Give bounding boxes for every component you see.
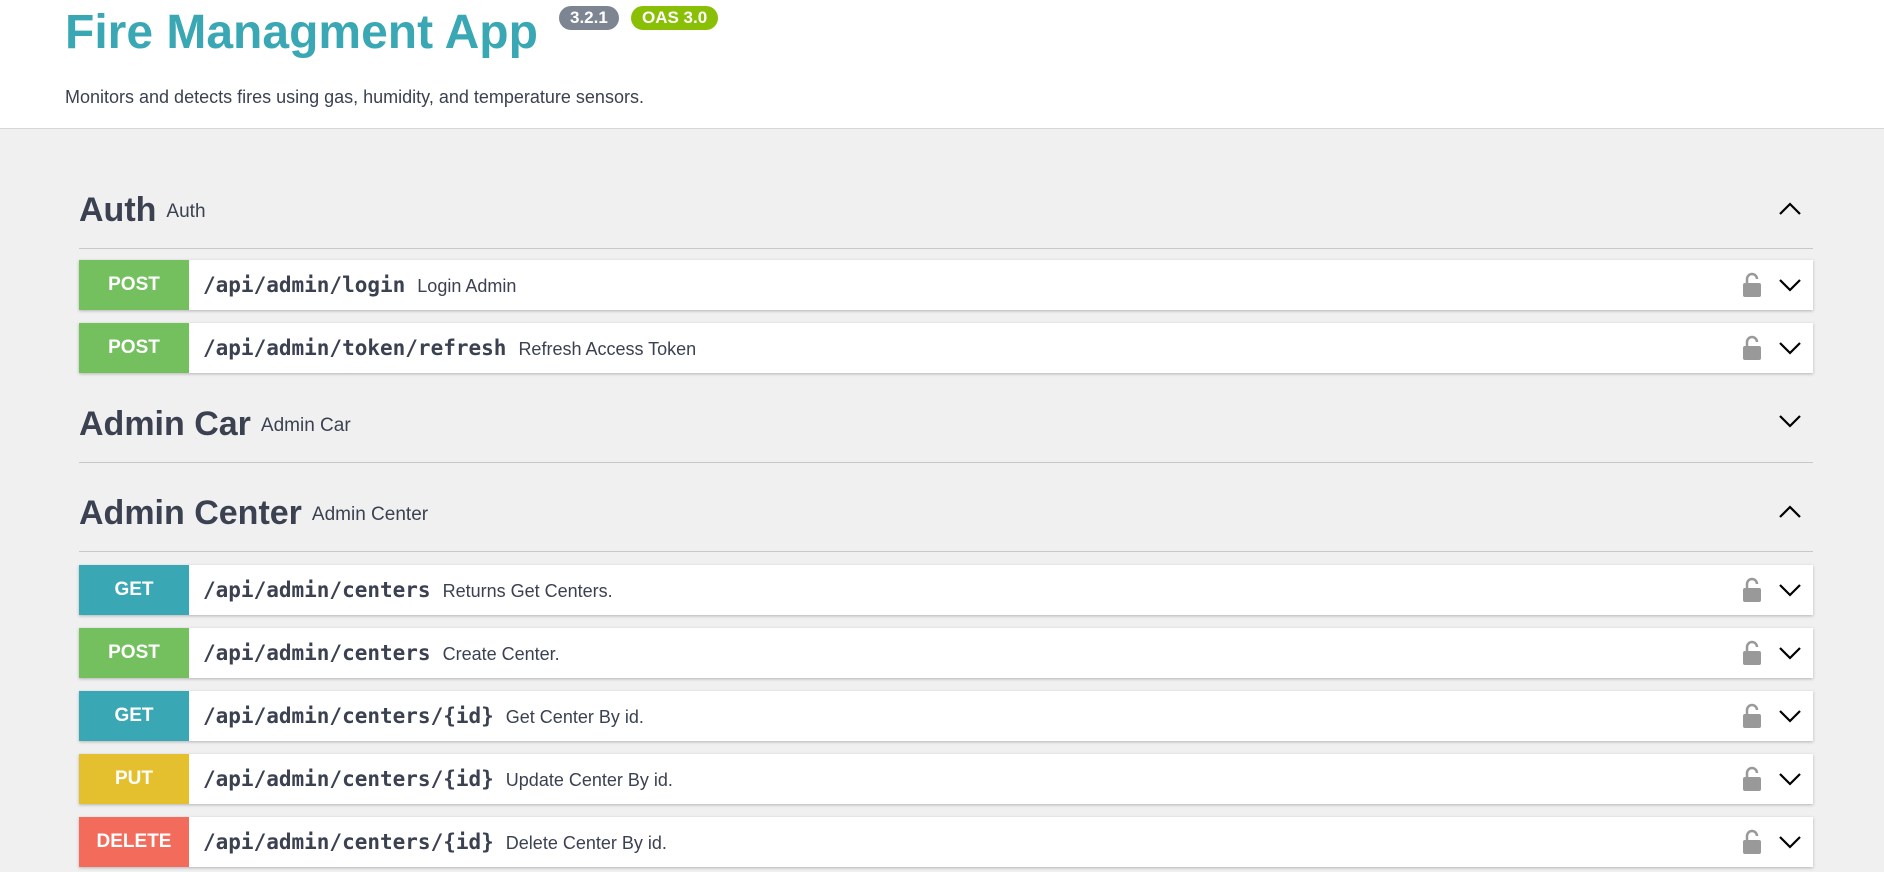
lock-open-icon[interactable] (1741, 577, 1763, 603)
oas-badge: OAS 3.0 (631, 6, 719, 30)
operation-row[interactable]: GET /api/admin/centers Returns Get Center… (79, 565, 1813, 615)
lock-open-icon[interactable] (1741, 272, 1763, 298)
tag-description: Auth (166, 201, 206, 223)
method-badge: POST (79, 628, 189, 678)
tag-title: Auth Auth (79, 191, 206, 230)
operation-summary: Returns Get Centers. (442, 581, 613, 601)
tag-section-auth: Auth Auth POST /api/admin/login Login Admi… (79, 160, 1813, 373)
operation-path: /api/admin/centers/{id} (203, 767, 494, 791)
operation-path: /api/admin/centers/{id} (203, 704, 494, 728)
info-header: Fire Managment App 3.2.1 OAS 3.0 Monitor… (0, 0, 1884, 129)
tag-header-admin-car[interactable]: Admin Car Admin Car (79, 374, 1813, 463)
tag-description: Admin Car (260, 415, 351, 437)
tag-description: Admin Center (311, 504, 429, 526)
method-badge: POST (79, 323, 189, 373)
operation-summary: Update Center By id. (505, 770, 673, 790)
operation-summary: Login Admin (417, 276, 517, 296)
operation-row[interactable]: DELETE /api/admin/centers/{id} Delete Cen… (79, 817, 1813, 867)
lock-open-icon[interactable] (1741, 703, 1763, 729)
tag-title: Admin Car Admin Car (79, 405, 351, 444)
tag-header-auth[interactable]: Auth Auth (79, 160, 1813, 249)
operation-summary: Get Center By id. (505, 707, 644, 727)
tag-header-admin-center[interactable]: Admin Center Admin Center (79, 463, 1813, 552)
method-badge: GET (79, 565, 189, 615)
operation-summary: Delete Center By id. (505, 833, 667, 853)
chevron-down-icon[interactable] (1777, 408, 1803, 434)
chevron-down-icon[interactable] (1777, 703, 1803, 729)
chevron-down-icon[interactable] (1777, 335, 1803, 361)
operation-row[interactable]: POST /api/admin/token/refresh Refresh Acc… (79, 323, 1813, 373)
operation-path-group: /api/admin/centers Returns Get Centers. (203, 565, 613, 616)
lock-open-icon[interactable] (1741, 335, 1763, 361)
method-badge: GET (79, 691, 189, 741)
method-badge: PUT (79, 754, 189, 804)
api-description: Monitors and detects fires using gas, hu… (65, 87, 644, 107)
chevron-down-icon[interactable] (1777, 766, 1803, 792)
chevron-down-icon[interactable] (1777, 272, 1803, 298)
operation-row[interactable]: GET /api/admin/centers/{id} Get Center By… (79, 691, 1813, 741)
operation-path: /api/admin/token/refresh (203, 336, 507, 360)
operation-path: /api/admin/centers/{id} (203, 830, 494, 854)
chevron-down-icon[interactable] (1777, 640, 1803, 666)
lock-open-icon[interactable] (1741, 640, 1763, 666)
chevron-down-icon[interactable] (1777, 577, 1803, 603)
operation-path-group: /api/admin/token/refresh Refresh Access T… (203, 323, 696, 374)
chevron-up-icon[interactable] (1777, 196, 1803, 222)
operation-path-group: /api/admin/centers/{id} Get Center By id. (203, 691, 644, 742)
tag-section-admin-center: Admin Center Admin Center GET /api/admin/… (79, 463, 1813, 867)
operation-path-group: /api/admin/centers/{id} Update Center By … (203, 754, 673, 805)
operation-path-group: /api/admin/centers Create Center. (203, 628, 560, 679)
operation-row[interactable]: POST /api/admin/login Login Admin (79, 260, 1813, 310)
operation-path: /api/admin/centers (203, 641, 431, 665)
chevron-down-icon[interactable] (1777, 829, 1803, 855)
tag-name: Admin Car (79, 405, 251, 443)
lock-open-icon[interactable] (1741, 829, 1763, 855)
tag-section-admin-car: Admin Car Admin Car (79, 374, 1813, 463)
operation-summary: Create Center. (442, 644, 560, 664)
version-badge: 3.2.1 (559, 6, 619, 30)
operation-summary: Refresh Access Token (518, 339, 697, 359)
page-title: Fire Managment App (65, 6, 538, 59)
operation-row[interactable]: POST /api/admin/centers Create Center. (79, 628, 1813, 678)
operation-path-group: /api/admin/login Login Admin (203, 260, 516, 311)
operation-path: /api/admin/login (203, 273, 406, 297)
operation-path-group: /api/admin/centers/{id} Delete Center By … (203, 817, 667, 868)
tag-title: Admin Center Admin Center (79, 494, 428, 533)
chevron-up-icon[interactable] (1777, 499, 1803, 525)
operation-path: /api/admin/centers (203, 578, 431, 602)
method-badge: DELETE (79, 817, 189, 867)
tag-name: Auth (79, 191, 157, 229)
tag-name: Admin Center (79, 494, 302, 532)
operation-row[interactable]: PUT /api/admin/centers/{id} Update Center… (79, 754, 1813, 804)
method-badge: POST (79, 260, 189, 310)
lock-open-icon[interactable] (1741, 766, 1763, 792)
